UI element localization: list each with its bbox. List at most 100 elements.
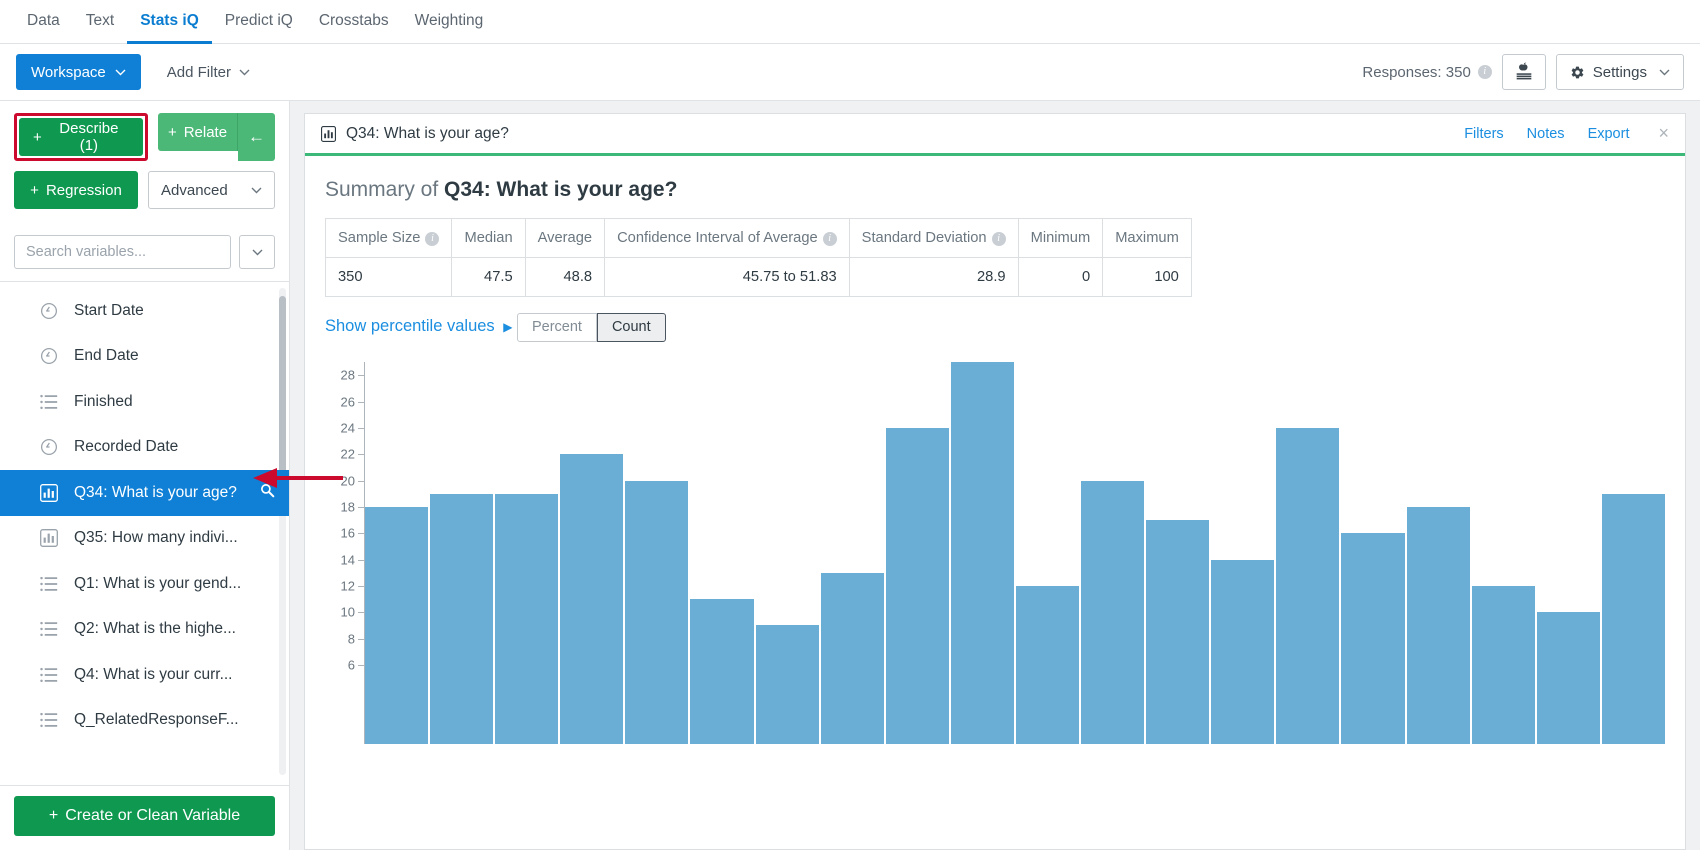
describe-button-label: Describe (1) [59, 120, 119, 154]
card-link-filters[interactable]: Filters [1464, 126, 1503, 142]
sidebar-item-label: Start Date [74, 301, 144, 319]
search-filter-dropdown-button[interactable] [239, 235, 275, 269]
regression-button-label: Regression [45, 181, 122, 199]
search-variables-input[interactable] [14, 235, 231, 269]
toggle-percent-button[interactable]: Percent [516, 312, 597, 342]
topnav-item-predict-iq[interactable]: Predict iQ [212, 1, 306, 44]
toggle-count-button[interactable]: Count [596, 312, 666, 342]
table-header-cell: Standard Deviation i [848, 218, 1019, 258]
list-icon [40, 666, 58, 684]
card-link-notes[interactable]: Notes [1527, 126, 1565, 142]
topnav-item-crosstabs[interactable]: Crosstabs [306, 1, 402, 44]
y-axis-tick-label: 12 [340, 578, 355, 594]
histogram-bar[interactable] [755, 625, 819, 744]
variable-list[interactable]: Start Date End Date Finished Recorded Date Q… [0, 282, 289, 785]
analysis-card-header: Q34: What is your age? Filters Notes Expor… [305, 114, 1685, 156]
histogram-chart: 6 8 10 12 14 16 18 20 22 24 26 28 [325, 362, 1665, 782]
histogram-bar[interactable] [1406, 506, 1470, 744]
histogram-bar[interactable] [1146, 520, 1210, 744]
sidebar-item-variable-0[interactable]: Start Date [0, 288, 289, 334]
settings-button[interactable]: Settings [1555, 54, 1684, 90]
histogram-bar[interactable] [885, 427, 949, 744]
main-toolbar: Workspace Add Filter Responses: 350 i Se… [0, 44, 1700, 101]
info-icon[interactable]: i [1477, 65, 1492, 79]
sidebar-item-variable-8[interactable]: Q4: What is your curr... [0, 652, 289, 698]
add-filter-button[interactable]: Add Filter [155, 54, 262, 90]
histogram-bar[interactable] [1536, 612, 1600, 744]
table-cell: 47.5 [451, 257, 526, 297]
info-icon[interactable]: i [991, 232, 1006, 246]
histogram-bar[interactable] [1601, 493, 1665, 744]
y-axis-tick [358, 612, 364, 614]
sidebar-item-selected-4[interactable]: Q34: What is your age? [0, 470, 289, 516]
create-or-clean-variable-button[interactable]: + Create or Clean Variable [14, 796, 275, 836]
relate-button[interactable]: + Relate [158, 113, 238, 151]
table-header-cell: Sample Size i [324, 218, 453, 258]
info-icon[interactable]: i [425, 232, 440, 246]
histogram-bar[interactable] [1081, 480, 1145, 744]
sidebar-item-label: Q4: What is your curr... [74, 665, 233, 683]
histogram-bar[interactable] [950, 362, 1014, 744]
advanced-dropdown-button[interactable]: Advanced [148, 171, 275, 209]
workspace-button[interactable]: Workspace [16, 54, 141, 90]
histogram-bar[interactable] [495, 493, 559, 744]
page-body: + Describe (1) + Relate ← + Regression A… [0, 101, 1700, 850]
histogram-bar[interactable] [1015, 585, 1080, 744]
plus-icon: + [33, 128, 42, 146]
topnav-item-data[interactable]: Data [14, 1, 73, 44]
advanced-button-label: Advanced [161, 181, 228, 199]
histogram-bar[interactable] [625, 480, 689, 744]
y-axis-tick [358, 454, 364, 456]
table-header-label: Maximum [1115, 230, 1179, 246]
chevron-down-icon [1659, 69, 1670, 75]
sidebar-item-label: End Date [74, 347, 139, 365]
sidebar-item-variable-6[interactable]: Q1: What is your gend... [0, 561, 289, 607]
histogram-bar[interactable] [1211, 559, 1275, 744]
histogram-bar[interactable] [365, 506, 429, 744]
sidebar-item-label: Q35: How many indivi... [74, 529, 238, 547]
topnav-item-label: Weighting [414, 12, 484, 29]
sidebar-item-variable-3[interactable]: Recorded Date [0, 425, 289, 471]
topnav-item-label: Data [27, 12, 60, 29]
y-axis-tick [358, 638, 364, 640]
sidebar-item-variable-9[interactable]: Q_RelatedResponseF... [0, 698, 289, 744]
table-cell: 0 [1017, 257, 1104, 297]
clock-icon [40, 347, 58, 365]
regression-button[interactable]: + Regression [14, 171, 138, 209]
learn-apple-button[interactable] [1501, 54, 1546, 90]
histogram-bar[interactable] [430, 493, 494, 744]
show-percentile-values-link[interactable]: Show percentile values ▶ [325, 317, 513, 336]
sidebar-item-variable-1[interactable]: End Date [0, 334, 289, 380]
histogram-bar[interactable] [1471, 585, 1535, 744]
main-content: Q34: What is your age? Filters Notes Expor… [290, 101, 1700, 850]
sidebar-item-variable-7[interactable]: Q2: What is the highe... [0, 607, 289, 653]
histogram-bar[interactable] [560, 454, 624, 744]
table-cell: 100 [1102, 257, 1192, 297]
caret-right-icon: ▶ [503, 320, 513, 334]
analysis-card: Q34: What is your age? Filters Notes Expor… [304, 113, 1686, 850]
plus-icon: + [167, 123, 177, 141]
close-icon[interactable]: × [1658, 123, 1669, 144]
card-link-export[interactable]: Export [1588, 126, 1630, 142]
variable-search-row [0, 225, 289, 282]
topnav-item-weighting[interactable]: Weighting [402, 1, 497, 44]
sidebar-item-variable-2[interactable]: Finished [0, 379, 289, 425]
sidebar-item-variable-5[interactable]: Q35: How many indivi... [0, 516, 289, 562]
search-icon[interactable] [260, 483, 275, 503]
responses-count: Responses: 350 i [1362, 64, 1492, 81]
relate-back-arrow-button[interactable]: ← [238, 113, 275, 161]
y-axis-tick-label: 20 [340, 473, 355, 489]
histogram-bar[interactable] [690, 599, 754, 744]
table-header-label: Average [537, 230, 593, 246]
info-icon[interactable]: i [822, 232, 837, 246]
histogram-bar[interactable] [1276, 427, 1340, 744]
y-axis-tick-label: 24 [340, 420, 355, 436]
topnav-item-text[interactable]: Text [73, 1, 127, 44]
list-icon [40, 711, 58, 729]
histogram-bar[interactable] [820, 572, 884, 744]
y-axis-tick-label: 22 [340, 446, 355, 462]
topnav-item-stats-iq[interactable]: Stats iQ [127, 1, 212, 44]
topnav-item-label: Text [85, 12, 115, 29]
describe-button[interactable]: + Describe (1) [19, 118, 143, 156]
histogram-bar[interactable] [1341, 533, 1405, 744]
